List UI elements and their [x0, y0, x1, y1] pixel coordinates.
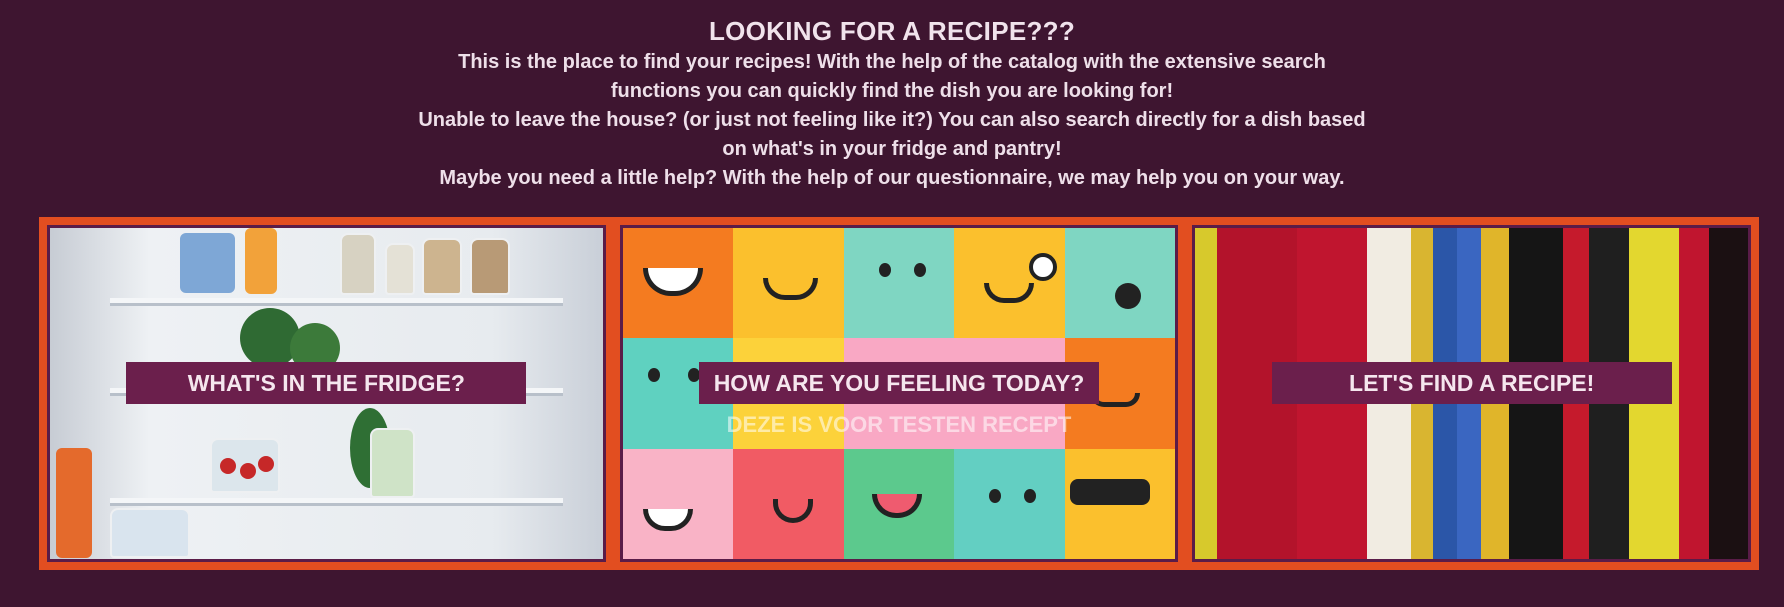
book — [1195, 228, 1218, 559]
smile-face-icon — [763, 278, 819, 300]
intro-text-3: Maybe you need a little help? With the h… — [439, 167, 1345, 189]
find-recipe-card[interactable]: LET'S FIND A RECIPE! — [1192, 225, 1752, 562]
emoji-tile — [843, 228, 955, 339]
find-a-recipe-button[interactable]: LET'S FIND A RECIPE! — [1271, 362, 1672, 404]
smirk-face-icon — [878, 263, 891, 277]
emoji-tile — [733, 228, 844, 339]
intro-text-1: This is the place to find your recipes! … — [458, 51, 1326, 102]
whats-in-the-fridge-button[interactable]: WHAT'S IN THE FRIDGE? — [126, 362, 527, 404]
strawberry — [258, 456, 274, 472]
emoji-tile — [843, 448, 955, 559]
fridge-card[interactable]: WHAT'S IN THE FRIDGE? — [47, 225, 606, 562]
shocked-face-icon — [1114, 283, 1141, 309]
intro-text-2: Unable to leave the house? (or just not … — [418, 109, 1366, 160]
fridge-shelf — [110, 298, 563, 306]
strawberry — [220, 458, 236, 474]
jar — [340, 233, 376, 295]
drawer — [110, 508, 190, 558]
jar — [422, 238, 462, 295]
intro-section: LOOKING FOR A RECIPE??? This is the plac… — [0, 14, 1784, 193]
bottle — [245, 228, 277, 294]
emoji-tile — [1064, 228, 1176, 339]
wink-face-icon — [773, 498, 814, 523]
feeling-card[interactable]: HOW ARE YOU FEELING TODAY? DEZE IS VOOR … — [619, 225, 1179, 562]
emoji-tile — [622, 228, 734, 339]
jar — [470, 238, 510, 295]
eye-icon — [687, 368, 700, 383]
wink-tongue-face-icon — [1029, 253, 1058, 281]
test-recipe-label: DEZE IS VOOR TESTEN RECEPT — [726, 412, 1072, 437]
bottle — [180, 233, 235, 293]
calm-face-icon — [989, 488, 1002, 503]
emoji-tile — [1064, 448, 1176, 559]
neutral-face-icon — [647, 368, 660, 383]
jar — [370, 428, 415, 498]
sunglasses-face-icon — [1069, 478, 1150, 505]
tongue-face-icon — [871, 493, 922, 518]
eye-icon — [913, 263, 926, 277]
emoji-tile — [622, 448, 734, 559]
fridge-shelf — [110, 498, 563, 506]
jar — [385, 243, 415, 295]
heart-eyes-face-icon — [642, 508, 693, 531]
book — [1679, 228, 1710, 559]
strawberry — [240, 463, 256, 479]
emoji-tile — [954, 228, 1065, 339]
eye-icon — [1024, 488, 1037, 503]
laughing-face-icon — [642, 268, 703, 296]
how-are-you-feeling-button[interactable]: HOW ARE YOU FEELING TODAY? — [699, 362, 1099, 404]
card-row: WHAT'S IN THE FRIDGE? HOW ARE YOU FEELIN… — [39, 217, 1759, 570]
emoji-tile — [954, 448, 1065, 559]
mouth-icon — [984, 283, 1035, 303]
page-title: LOOKING FOR A RECIPE??? — [708, 16, 1076, 46]
sauce-bottle — [56, 448, 92, 558]
emoji-tile — [733, 448, 844, 559]
